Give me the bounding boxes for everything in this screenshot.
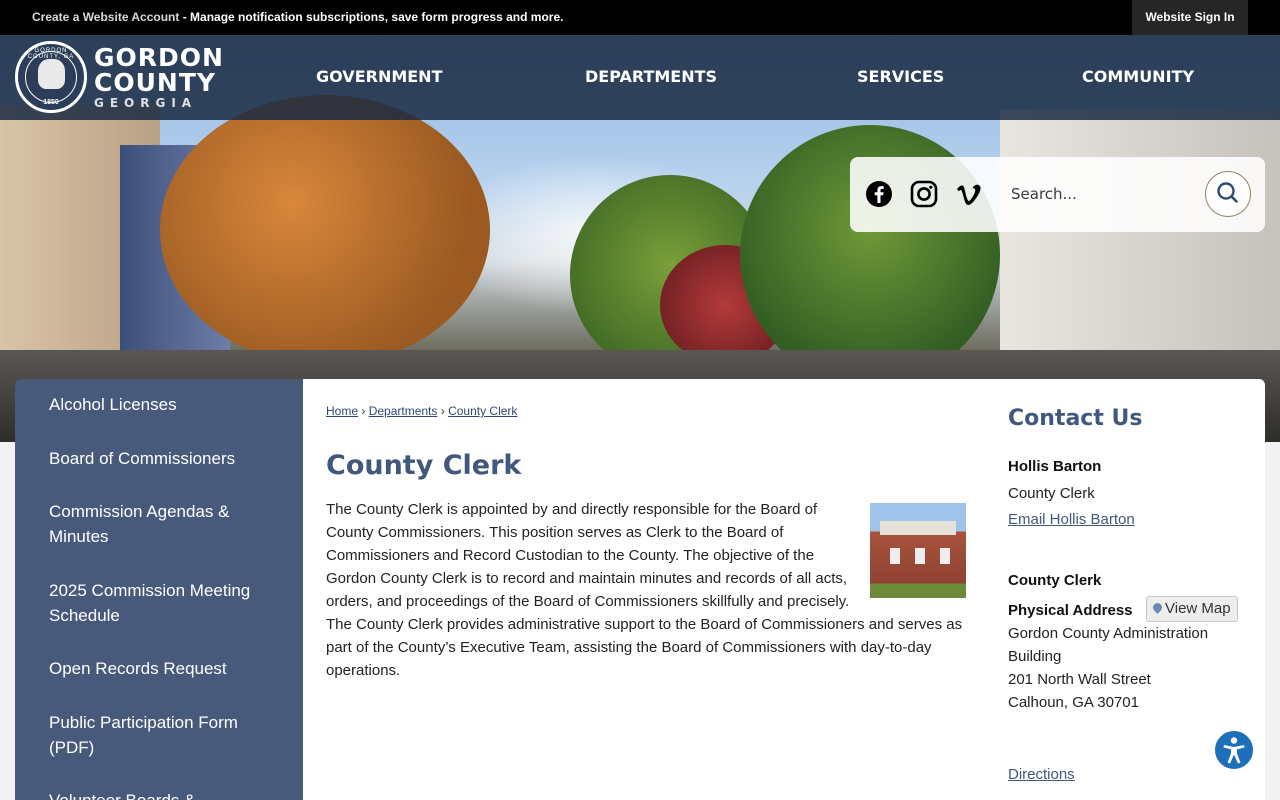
view-map-label: View Map <box>1165 600 1231 617</box>
account-banner-text: - Manage notification subscriptions, sav… <box>179 10 564 24</box>
vimeo-icon[interactable] <box>954 179 984 209</box>
main-content: Home › Departments › County Clerk County… <box>303 379 1265 800</box>
address-line: Calhoun, GA 30701 <box>1008 694 1139 711</box>
page-title: County Clerk <box>326 450 522 481</box>
contact-name: Hollis Barton <box>1008 458 1102 475</box>
sidebar-item-meeting-schedule[interactable]: 2025 Commission Meeting Schedule <box>49 578 279 628</box>
search-icon <box>1216 181 1238 203</box>
breadcrumb-separator: › <box>358 404 369 418</box>
page-body-text: The County Clerk is appointed by and dir… <box>326 501 963 679</box>
nav-services[interactable]: SERVICES <box>857 67 944 86</box>
sidebar-item-alcohol-licenses[interactable]: Alcohol Licenses <box>49 392 279 417</box>
sidebar-item-board-of-commissioners[interactable]: Board of Commissioners <box>49 446 279 471</box>
website-sign-in-button[interactable]: Website Sign In <box>1132 0 1248 35</box>
contact-role: County Clerk <box>1008 485 1095 502</box>
contact-us-heading: Contact Us <box>1008 406 1143 431</box>
address-line: 201 North Wall Street <box>1008 671 1151 688</box>
contact-email-link[interactable]: Email Hollis Barton <box>1008 511 1135 528</box>
top-utility-bar: Create a Website Account - Manage notifi… <box>0 0 1280 35</box>
hero-tree-autumn <box>160 95 490 365</box>
search-social-panel <box>850 157 1265 232</box>
breadcrumb-separator: › <box>437 404 449 418</box>
account-banner: Create a Website Account - Manage notifi… <box>32 10 563 24</box>
page-body: The County Clerk is appointed by and dir… <box>326 498 966 682</box>
instagram-icon[interactable] <box>909 179 939 209</box>
site-header: GORDON COUNTY, GA 1850 GORDON COUNTY GEO… <box>0 35 1280 120</box>
nav-government[interactable]: GOVERNMENT <box>316 67 442 86</box>
site-logo-text[interactable]: GORDON COUNTY GEORGIA <box>94 45 224 110</box>
directions-link[interactable]: Directions <box>1008 766 1075 783</box>
nav-departments[interactable]: DEPARTMENTS <box>585 67 717 86</box>
sidebar-nav: Alcohol Licenses Board of Commissioners … <box>15 379 303 800</box>
physical-address: Gordon County Administration Building 20… <box>1008 622 1238 714</box>
physical-address-label: Physical Address <box>1008 602 1133 619</box>
breadcrumb-home[interactable]: Home <box>326 404 358 418</box>
courthouse-photo <box>870 503 966 598</box>
address-line: Gordon County Administration Building <box>1008 625 1209 665</box>
sidebar-item-open-records[interactable]: Open Records Request <box>49 656 279 681</box>
contact-department: County Clerk <box>1008 572 1102 589</box>
breadcrumb: Home › Departments › County Clerk <box>326 404 517 418</box>
accessibility-icon <box>1223 737 1245 764</box>
facebook-icon[interactable] <box>864 179 894 209</box>
breadcrumb-current[interactable]: County Clerk <box>448 404 517 418</box>
nav-community[interactable]: COMMUNITY <box>1082 67 1194 86</box>
search-button[interactable] <box>1205 171 1251 217</box>
create-account-link[interactable]: Create a Website Account <box>32 10 179 24</box>
seal-portrait-icon <box>38 59 65 89</box>
county-seal-logo[interactable]: GORDON COUNTY, GA 1850 <box>15 41 87 113</box>
search-input[interactable] <box>1008 175 1198 213</box>
sidebar-item-public-participation[interactable]: Public Participation Form (PDF) <box>49 710 279 760</box>
sidebar-item-volunteer-boards[interactable]: Volunteer Boards & Committees <box>49 788 279 800</box>
view-map-button[interactable]: View Map <box>1146 596 1238 622</box>
map-pin-icon <box>1151 601 1164 614</box>
breadcrumb-departments[interactable]: Departments <box>369 404 438 418</box>
accessibility-button[interactable] <box>1213 729 1255 771</box>
sidebar-item-commission-agendas[interactable]: Commission Agendas & Minutes <box>49 499 279 549</box>
